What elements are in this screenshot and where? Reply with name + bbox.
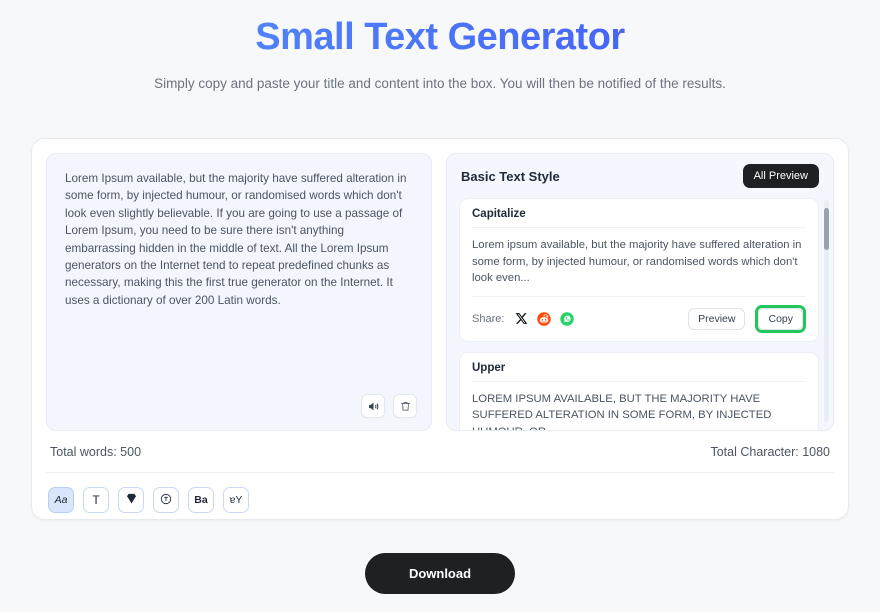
counter-bar: Total words: 500 Total Character: 1080 [46,431,834,473]
preview-panel-title: Basic Text Style [461,168,560,184]
copy-button-highlight: Copy [755,304,806,333]
style-card-footer: Share: Preview Copy [472,297,806,333]
style-card-title: Capitalize [472,208,806,228]
share-group: Share: [472,311,575,326]
preview-scrollbar-thumb[interactable] [824,208,829,250]
flip-text-icon: ɐY [229,494,243,506]
style-card-text: LOREM IPSUM AVAILABLE, BUT THE MAJORITY … [472,382,806,431]
page-title: Small Text Generator [0,14,880,60]
preview-header: Basic Text Style All Preview [447,154,833,198]
style-card-title: Upper [472,362,806,382]
gem-button[interactable] [118,487,144,513]
circle-t-icon [159,492,173,509]
bold-ba-button[interactable]: Ba [188,487,214,513]
flip-text-button[interactable]: ɐY [223,487,249,513]
page-header: Small Text Generator Simply copy and pas… [0,0,880,93]
word-count: Total words: 500 [50,445,142,459]
editor-preview-columns: Lorem Ipsum available, but the majority … [46,153,834,431]
circle-t-button[interactable] [153,487,179,513]
style-card: Upper LOREM IPSUM AVAILABLE, BUT THE MAJ… [459,351,819,431]
text-input-content[interactable]: Lorem Ipsum available, but the majority … [65,170,413,309]
preview-scrollbar[interactable] [824,200,829,422]
preview-button-wrap: Preview [685,305,748,333]
diamond-icon [125,492,138,508]
whatsapp-icon[interactable] [560,311,575,326]
share-label: Share: [472,312,505,325]
bold-ba-icon: Ba [194,494,208,506]
style-preview-button[interactable]: Preview [688,307,746,330]
download-bar: Download [0,553,880,594]
style-action-group: Preview Copy [685,304,806,333]
text-input-panel[interactable]: Lorem Ipsum available, but the majority … [46,153,432,431]
all-preview-button[interactable]: All Preview [742,164,819,188]
x-twitter-icon[interactable] [515,312,528,325]
case-aa-button[interactable]: Aa [48,487,74,513]
character-count: Total Character: 1080 [710,445,830,459]
trash-icon[interactable] [393,394,417,418]
generator-card: Lorem Ipsum available, but the majority … [31,138,849,520]
format-toolbar: Aa T Ba ɐY [46,473,834,513]
style-card: Capitalize Lorem ipsum available, but th… [459,198,819,342]
style-copy-button[interactable]: Copy [758,307,803,330]
app-root: Small Text Generator Simply copy and pas… [0,0,880,612]
case-aa-icon: Aa [54,494,68,506]
editor-tool-group [361,394,417,418]
text-t-button[interactable]: T [83,487,109,513]
style-card-list: Capitalize Lorem ipsum available, but th… [447,198,833,431]
text-t-icon: T [92,493,100,507]
speaker-icon[interactable] [361,394,385,418]
style-card-text: Lorem ipsum available, but the majority … [472,228,806,297]
download-button[interactable]: Download [364,553,516,594]
reddit-icon[interactable] [537,311,552,326]
page-subtitle: Simply copy and paste your title and con… [154,76,726,91]
preview-panel: Basic Text Style All Preview Capitalize … [446,153,834,431]
